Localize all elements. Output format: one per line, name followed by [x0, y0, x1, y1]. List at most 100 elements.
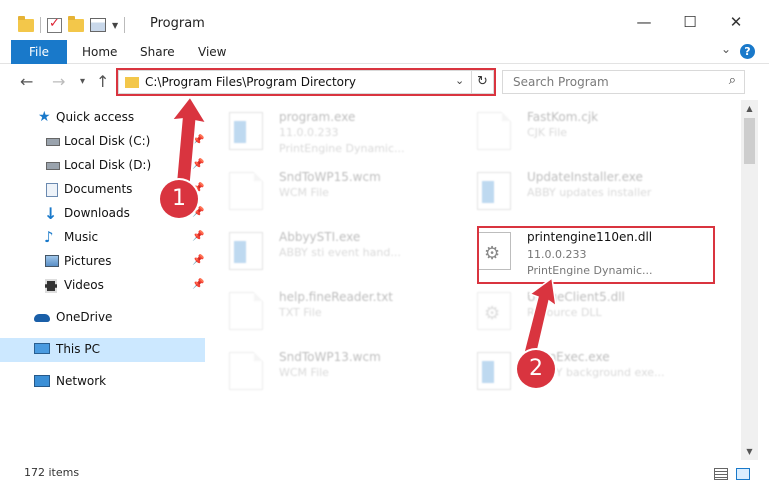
- pin-icon[interactable]: 📌: [192, 255, 204, 266]
- toolbar-divider: [124, 17, 126, 33]
- file-description: ABBY updates installer: [527, 186, 652, 199]
- sidebar-item-label: Downloads: [64, 206, 130, 220]
- vertical-scrollbar[interactable]: ▲ ▼: [741, 100, 758, 460]
- sidebar-item-label: Music: [64, 230, 99, 244]
- pin-icon[interactable]: 📌: [192, 231, 204, 242]
- sidebar-item-label: Videos: [64, 278, 104, 292]
- sidebar-item-network[interactable]: Network: [0, 370, 205, 394]
- title-bar: ▼ Program — ☐ ✕: [0, 0, 769, 40]
- file-type: CJK File: [527, 126, 568, 139]
- file-description: PrintEngine Dynamic...: [279, 142, 405, 155]
- file-name: SndToWP15.wcm: [279, 170, 381, 184]
- maximize-button[interactable]: ☐: [680, 12, 700, 32]
- search-input[interactable]: Search Program: [513, 75, 609, 89]
- cloud-icon: [34, 314, 50, 322]
- up-button[interactable]: ↑: [96, 72, 109, 91]
- drive-icon: [46, 138, 60, 146]
- sidebar-item-onedrive[interactable]: OneDrive: [0, 306, 205, 330]
- file-name: program.exe: [279, 110, 356, 124]
- drive-icon: [46, 162, 60, 170]
- search-box[interactable]: Search Program ⌕: [502, 70, 745, 94]
- file-item-fastkom-cjk[interactable]: FastKom.cjk CJK File: [465, 104, 705, 162]
- large-icons-view-icon[interactable]: [736, 468, 750, 480]
- toolbar-divider: [40, 17, 41, 33]
- sidebar-item-label: Quick access: [56, 110, 135, 124]
- file-item-help-finereader-txt[interactable]: help.fineReader.txt TXT File: [217, 284, 457, 342]
- tab-share[interactable]: Share: [140, 40, 175, 64]
- properties-check-icon[interactable]: [47, 16, 62, 33]
- sidebar-item-videos[interactable]: Videos 📌: [0, 274, 205, 298]
- sidebar-item-label: Pictures: [64, 254, 112, 268]
- gear-doc-icon: ⚙: [477, 292, 511, 330]
- file-highlight-box: [477, 226, 715, 284]
- minimize-button[interactable]: —: [634, 12, 654, 32]
- sidebar-item-label: Local Disk (C:): [64, 134, 151, 148]
- exe-icon: [229, 232, 263, 270]
- sidebar-item-label: Network: [56, 374, 107, 388]
- sidebar-item-local-disk-c[interactable]: Local Disk (C:) 📌: [0, 130, 205, 154]
- file-item-sndtowp15-wcm[interactable]: SndToWP15.wcm WCM File: [217, 164, 457, 222]
- tab-home[interactable]: Home: [82, 40, 117, 64]
- properties-icon[interactable]: [90, 18, 106, 32]
- sidebar-item-local-disk-d[interactable]: Local Disk (D:) 📌: [0, 154, 205, 178]
- help-icon[interactable]: ?: [740, 44, 755, 59]
- exe-icon: [477, 172, 511, 210]
- expand-ribbon-chevron-icon[interactable]: ⌄: [721, 42, 731, 56]
- file-item-usageclient5-dll[interactable]: ⚙ UsageClient5.dll Resource DLL: [465, 284, 705, 342]
- scroll-down-icon[interactable]: ▼: [741, 443, 758, 460]
- forward-button[interactable]: →: [52, 72, 65, 91]
- doc-icon: [229, 352, 263, 390]
- exe-icon: [477, 352, 511, 390]
- doc-icon: [229, 172, 263, 210]
- file-description: Resource DLL: [527, 306, 602, 319]
- downloads-icon: ↓: [44, 204, 58, 223]
- file-name: UpdateInstaller.exe: [527, 170, 643, 184]
- search-icon[interactable]: ⌕: [729, 73, 736, 88]
- exe-icon: [229, 112, 263, 150]
- sidebar-item-label: This PC: [56, 342, 100, 356]
- tab-file[interactable]: File: [11, 40, 67, 64]
- ribbon-tabs: File Home Share View ⌄ ?: [0, 40, 769, 64]
- close-button[interactable]: ✕: [726, 12, 746, 32]
- file-type: TXT File: [279, 306, 322, 319]
- customize-toolbar-chevron-icon[interactable]: ▼: [112, 21, 118, 30]
- sidebar-item-pictures[interactable]: Pictures 📌: [0, 250, 205, 274]
- navigation-pane: ★ Quick access Local Disk (C:) 📌 Local D…: [0, 100, 205, 460]
- sidebar-item-label: Documents: [64, 182, 133, 196]
- documents-icon: [46, 183, 58, 197]
- address-highlight-box: [116, 68, 496, 96]
- file-item-abbyysti-exe[interactable]: AbbyySTI.exe ABBY sti event hand...: [217, 224, 457, 282]
- pin-icon[interactable]: 📌: [192, 279, 204, 290]
- folder-icon: [18, 15, 34, 32]
- scroll-thumb[interactable]: [744, 118, 755, 164]
- file-description: ABBY sti event hand...: [279, 246, 401, 259]
- file-type: WCM File: [279, 186, 329, 199]
- back-button[interactable]: ←: [20, 72, 33, 91]
- sidebar-item-label: OneDrive: [56, 310, 113, 324]
- sidebar-item-quick-access[interactable]: ★ Quick access: [0, 106, 205, 130]
- sidebar-item-this-pc[interactable]: This PC: [0, 338, 205, 362]
- doc-icon: [229, 292, 263, 330]
- details-view-icon[interactable]: [714, 468, 728, 480]
- file-item-program-exe[interactable]: program.exe 11.0.0.233 PrintEngine Dynam…: [217, 104, 457, 162]
- scroll-up-icon[interactable]: ▲: [741, 100, 758, 117]
- tab-view[interactable]: View: [198, 40, 226, 64]
- sidebar-item-music[interactable]: ♪ Music 📌: [0, 226, 205, 250]
- quick-access-toolbar: ▼: [18, 14, 126, 36]
- pictures-icon: [45, 255, 59, 267]
- recent-locations-button[interactable]: ▾: [80, 76, 85, 87]
- file-name: FastKom.cjk: [527, 110, 599, 124]
- music-icon: ♪: [44, 228, 54, 246]
- step-2-badge: 2: [517, 350, 555, 388]
- file-name: SndToWP13.wcm: [279, 350, 381, 364]
- file-item-sndtowp13-wcm[interactable]: SndToWP13.wcm WCM File: [217, 344, 457, 402]
- file-name: AbbyySTI.exe: [279, 230, 361, 244]
- new-folder-icon[interactable]: [68, 15, 84, 32]
- pin-icon[interactable]: 📌: [192, 159, 204, 170]
- file-item-updateinstaller-exe[interactable]: UpdateInstaller.exe ABBY updates install…: [465, 164, 705, 222]
- status-bar: 172 items: [0, 460, 769, 499]
- star-icon: ★: [38, 109, 51, 125]
- pin-icon[interactable]: 📌: [192, 135, 204, 146]
- videos-icon: [45, 279, 57, 293]
- file-item-scanexec-exe[interactable]: ScanExec.exe ABBYY background exe...: [465, 344, 705, 402]
